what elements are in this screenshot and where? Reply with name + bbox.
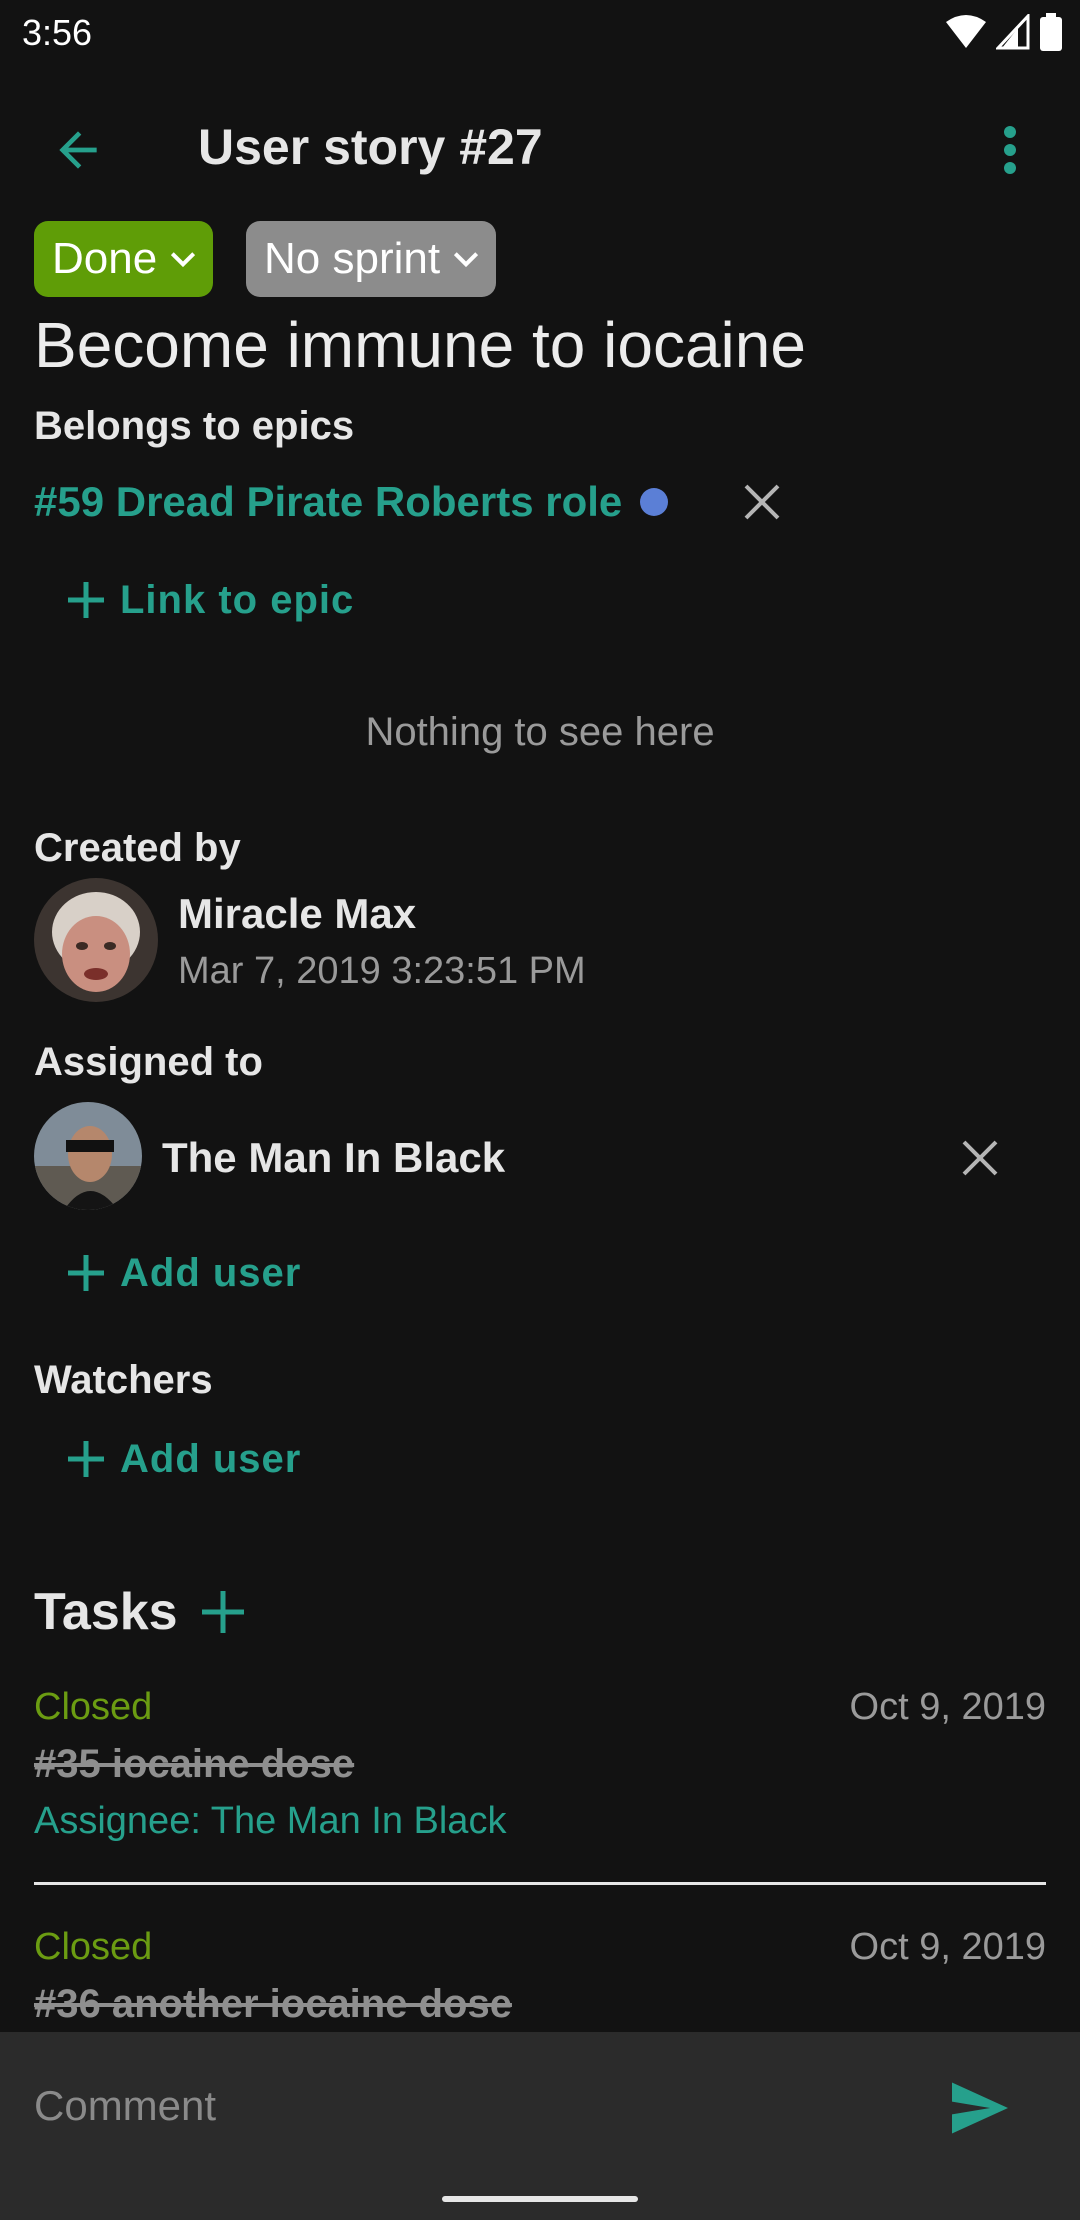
- wifi-icon: [946, 15, 986, 48]
- creator-avatar: [34, 878, 158, 1002]
- watchers-label: Watchers: [34, 1358, 213, 1402]
- tasks-title: Tasks: [34, 1583, 178, 1641]
- page-title: User story #27: [198, 119, 543, 175]
- home-indicator[interactable]: [442, 2196, 638, 2202]
- task-date: Oct 9, 2019: [849, 1686, 1046, 1728]
- status-icons: [946, 12, 1062, 52]
- chevron-down-icon: [171, 252, 196, 268]
- add-watcher-button[interactable]: Add user: [66, 1429, 301, 1489]
- status-time: 3:56: [22, 12, 93, 53]
- assigned-to-label: Assigned to: [34, 1040, 263, 1084]
- task-item[interactable]: Closed Oct 9, 2019 #35 iocaine dose Assi…: [34, 1686, 1046, 1856]
- plus-icon: [68, 582, 104, 618]
- add-assignee-button[interactable]: Add user: [66, 1243, 301, 1303]
- epic-link[interactable]: #59 Dread Pirate Roberts role: [34, 478, 622, 526]
- task-status: Closed: [34, 1926, 153, 1968]
- send-icon: [952, 2082, 1008, 2134]
- send-button[interactable]: [944, 2072, 1016, 2144]
- task-title: #35 iocaine dose: [34, 1742, 355, 1786]
- assignee-avatar: [34, 1102, 142, 1210]
- app-bar: User story #27: [0, 80, 1080, 210]
- close-icon: [962, 1140, 998, 1176]
- link-to-epic-label: Link to epic: [120, 577, 355, 622]
- empty-state-text: Nothing to see here: [365, 710, 715, 754]
- back-button[interactable]: [44, 116, 112, 184]
- created-by-label: Created by: [34, 826, 241, 870]
- divider: [34, 1882, 1046, 1885]
- link-to-epic-button[interactable]: Link to epic: [66, 570, 354, 630]
- plus-icon: [68, 1441, 104, 1477]
- battery-icon: [1040, 13, 1062, 51]
- status-bar: 3:56: [0, 0, 1080, 64]
- comment-bar: [0, 2032, 1080, 2220]
- epic-item: #59 Dread Pirate Roberts role: [34, 474, 669, 530]
- epic-color-dot: [640, 488, 669, 516]
- status-dropdown[interactable]: Done: [34, 221, 214, 297]
- arrow-back-icon: [59, 131, 97, 169]
- remove-assignee-button[interactable]: [952, 1130, 1008, 1186]
- sprint-label: No sprint: [264, 234, 441, 283]
- task-status: Closed: [34, 1686, 153, 1728]
- task-assignee: Assignee: The Man In Black: [34, 1800, 507, 1842]
- task-item[interactable]: Closed Oct 9, 2019 #36 another iocaine d…: [34, 1926, 1046, 2032]
- add-task-icon[interactable]: [200, 1589, 246, 1635]
- chevron-down-icon: [453, 252, 479, 268]
- add-watcher-label: Add user: [120, 1436, 302, 1481]
- more-options-button[interactable]: [980, 116, 1040, 184]
- epics-label: Belongs to epics: [34, 404, 355, 448]
- plus-icon: [68, 1255, 104, 1291]
- status-label: Done: [52, 234, 158, 283]
- creator-name: Miracle Max: [178, 890, 417, 937]
- close-icon: [744, 484, 780, 520]
- sprint-dropdown[interactable]: No sprint: [246, 221, 497, 297]
- add-assignee-label: Add user: [120, 1250, 302, 1295]
- more-vert-icon: [1004, 126, 1016, 174]
- story-title[interactable]: Become immune to iocaine: [34, 308, 806, 382]
- created-date: Mar 7, 2019 3:23:51 PM: [178, 950, 586, 992]
- tasks-header: Tasks: [34, 1580, 246, 1644]
- assignee-name: The Man In Black: [162, 1134, 506, 1181]
- task-title: #36 another iocaine dose: [34, 1982, 512, 2026]
- task-date: Oct 9, 2019: [849, 1926, 1046, 1968]
- remove-epic-button[interactable]: [734, 474, 790, 530]
- signal-icon: [996, 14, 1030, 50]
- comment-input[interactable]: [34, 2066, 894, 2146]
